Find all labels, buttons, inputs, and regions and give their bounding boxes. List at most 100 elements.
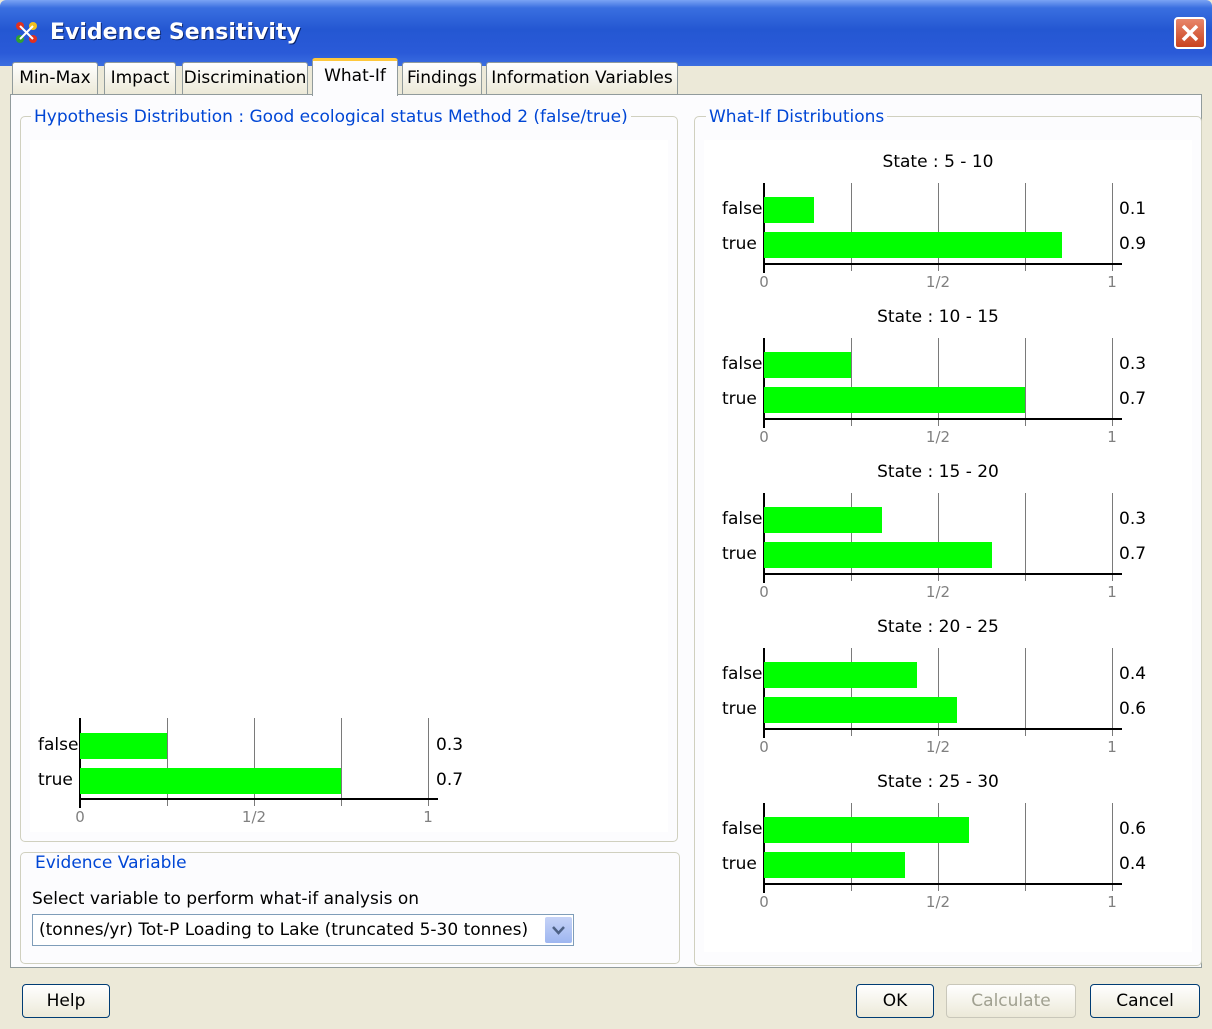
chart-4-tick-label: 0 — [759, 738, 769, 756]
what-if-distributions-legend: What-If Distributions — [706, 107, 888, 127]
chart-3-category-label: false — [722, 509, 763, 529]
chart-5-tick-label: 1 — [1107, 893, 1117, 911]
chart-3-bar-false — [764, 507, 883, 533]
chevron-down-icon — [552, 926, 565, 935]
chart-5-title: State : 25 - 30 — [877, 772, 999, 792]
chart-2-gridline — [1025, 338, 1026, 426]
chart-5-category-label: false — [722, 819, 763, 839]
chart-3-gridline — [1112, 493, 1113, 581]
cancel-button[interactable]: Cancel — [1090, 984, 1200, 1018]
chart-1-tick-label: 1 — [1107, 273, 1117, 291]
chart-4-x-axis — [763, 728, 1122, 730]
chart-4-value-label: 0.6 — [1119, 699, 1147, 719]
chart-5-tick-label: 1/2 — [925, 893, 951, 911]
chart-5-bar-true — [764, 852, 905, 878]
chart-3-gridline — [1025, 493, 1026, 581]
chart-3-category-label: true — [722, 544, 757, 564]
chart-5-value-label: 0.4 — [1119, 854, 1147, 874]
chart-5-value-label: 0.6 — [1119, 819, 1147, 839]
chart-4-gridline — [1112, 648, 1113, 736]
calculate-button[interactable]: Calculate — [946, 984, 1076, 1018]
chart-1-bar-true — [764, 232, 1062, 258]
chart-2-bar-false — [764, 352, 851, 378]
chart-3-tick-label: 1 — [1107, 583, 1117, 601]
chart-0-category-label: false — [38, 735, 79, 755]
chart-0-category-label: true — [38, 770, 73, 790]
chart-0-value-label: 0.7 — [436, 770, 464, 790]
chart-5-bar-false — [764, 817, 970, 843]
chart-0-value-label: 0.3 — [436, 735, 464, 755]
chart-5-category-label: true — [722, 854, 757, 874]
tab-findings[interactable]: Findings — [402, 62, 482, 94]
chart-5-gridline — [1112, 803, 1113, 891]
chart-2-tick-label: 1 — [1107, 428, 1117, 446]
chart-2-category-label: true — [722, 389, 757, 409]
chart-2-tick-label: 1/2 — [925, 428, 951, 446]
dropdown-button[interactable] — [545, 917, 572, 943]
chart-4-category-label: false — [722, 664, 763, 684]
hypothesis-distribution-legend: Hypothesis Distribution : Good ecologica… — [31, 107, 631, 127]
chart-4-bar-false — [764, 662, 918, 688]
chart-1-tick-label: 0 — [759, 273, 769, 291]
evidence-variable-legend: Evidence Variable — [32, 853, 190, 873]
chart-1-category-label: false — [722, 199, 763, 219]
tab-min-max[interactable]: Min-Max — [12, 62, 98, 94]
close-button[interactable] — [1174, 17, 1206, 49]
chart-4-bar-true — [764, 697, 958, 723]
chart-2-tick-label: 0 — [759, 428, 769, 446]
chart-1-value-label: 0.9 — [1119, 234, 1147, 254]
chart-4-tick-label: 1/2 — [925, 738, 951, 756]
chart-2-gridline — [1112, 338, 1113, 426]
chart-2-bar-true — [764, 387, 1025, 413]
chart-5-tick-label: 0 — [759, 893, 769, 911]
tab-what-if[interactable]: What-If — [312, 58, 398, 96]
chart-3-tick-label: 0 — [759, 583, 769, 601]
chart-1-bar-false — [764, 197, 815, 223]
evidence-variable-prompt: Select variable to perform what-if analy… — [32, 889, 419, 909]
tab-information-variables[interactable]: Information Variables — [486, 62, 678, 94]
app-icon — [16, 22, 37, 43]
chart-1-value-label: 0.1 — [1119, 199, 1147, 219]
chart-4-category-label: true — [722, 699, 757, 719]
chart-3-value-label: 0.3 — [1119, 509, 1147, 529]
chart-0-tick-label: 1 — [423, 808, 433, 826]
chart-2-x-axis — [763, 418, 1122, 420]
chart-0-tick-label: 0 — [75, 808, 85, 826]
help-button[interactable]: Help — [22, 984, 110, 1018]
chart-3-tick-label: 1/2 — [925, 583, 951, 601]
close-icon — [1181, 24, 1199, 42]
chart-4-gridline — [1025, 648, 1026, 736]
evidence-variable-select[interactable]: (tonnes/yr) Tot-P Loading to Lake (trunc… — [32, 914, 574, 946]
chart-2-value-label: 0.7 — [1119, 389, 1147, 409]
chart-4-title: State : 20 - 25 — [877, 617, 999, 637]
chart-4-tick-label: 1 — [1107, 738, 1117, 756]
chart-5-x-axis — [763, 883, 1122, 885]
chart-3-bar-true — [764, 542, 992, 568]
chart-3-value-label: 0.7 — [1119, 544, 1147, 564]
chart-1-title: State : 5 - 10 — [882, 152, 994, 172]
chart-3-title: State : 15 - 20 — [877, 462, 999, 482]
chart-3-x-axis — [763, 573, 1122, 575]
chart-5-gridline — [1025, 803, 1026, 891]
chart-0-y-axis — [79, 718, 81, 808]
chart-4-value-label: 0.4 — [1119, 664, 1147, 684]
chart-2-value-label: 0.3 — [1119, 354, 1147, 374]
tab-discrimination[interactable]: Discrimination — [182, 62, 308, 94]
chart-1-gridline — [1112, 183, 1113, 271]
chart-0-gridline — [428, 718, 429, 806]
chart-0-x-axis — [79, 798, 438, 800]
hypothesis-plot-area — [30, 140, 668, 832]
chart-2-category-label: false — [722, 354, 763, 374]
ok-button[interactable]: OK — [856, 984, 934, 1018]
evidence-variable-selected-value: (tonnes/yr) Tot-P Loading to Lake (trunc… — [39, 920, 529, 940]
chart-2-title: State : 10 - 15 — [877, 307, 999, 327]
chart-1-tick-label: 1/2 — [925, 273, 951, 291]
chart-0-tick-label: 1/2 — [241, 808, 267, 826]
chart-0-gridline — [341, 718, 342, 806]
chart-1-x-axis — [763, 263, 1122, 265]
chart-1-category-label: true — [722, 234, 757, 254]
tab-impact[interactable]: Impact — [104, 62, 176, 94]
window-title: Evidence Sensitivity — [50, 20, 301, 45]
chart-0-bar-true — [80, 768, 341, 794]
chart-0-bar-false — [80, 733, 167, 759]
